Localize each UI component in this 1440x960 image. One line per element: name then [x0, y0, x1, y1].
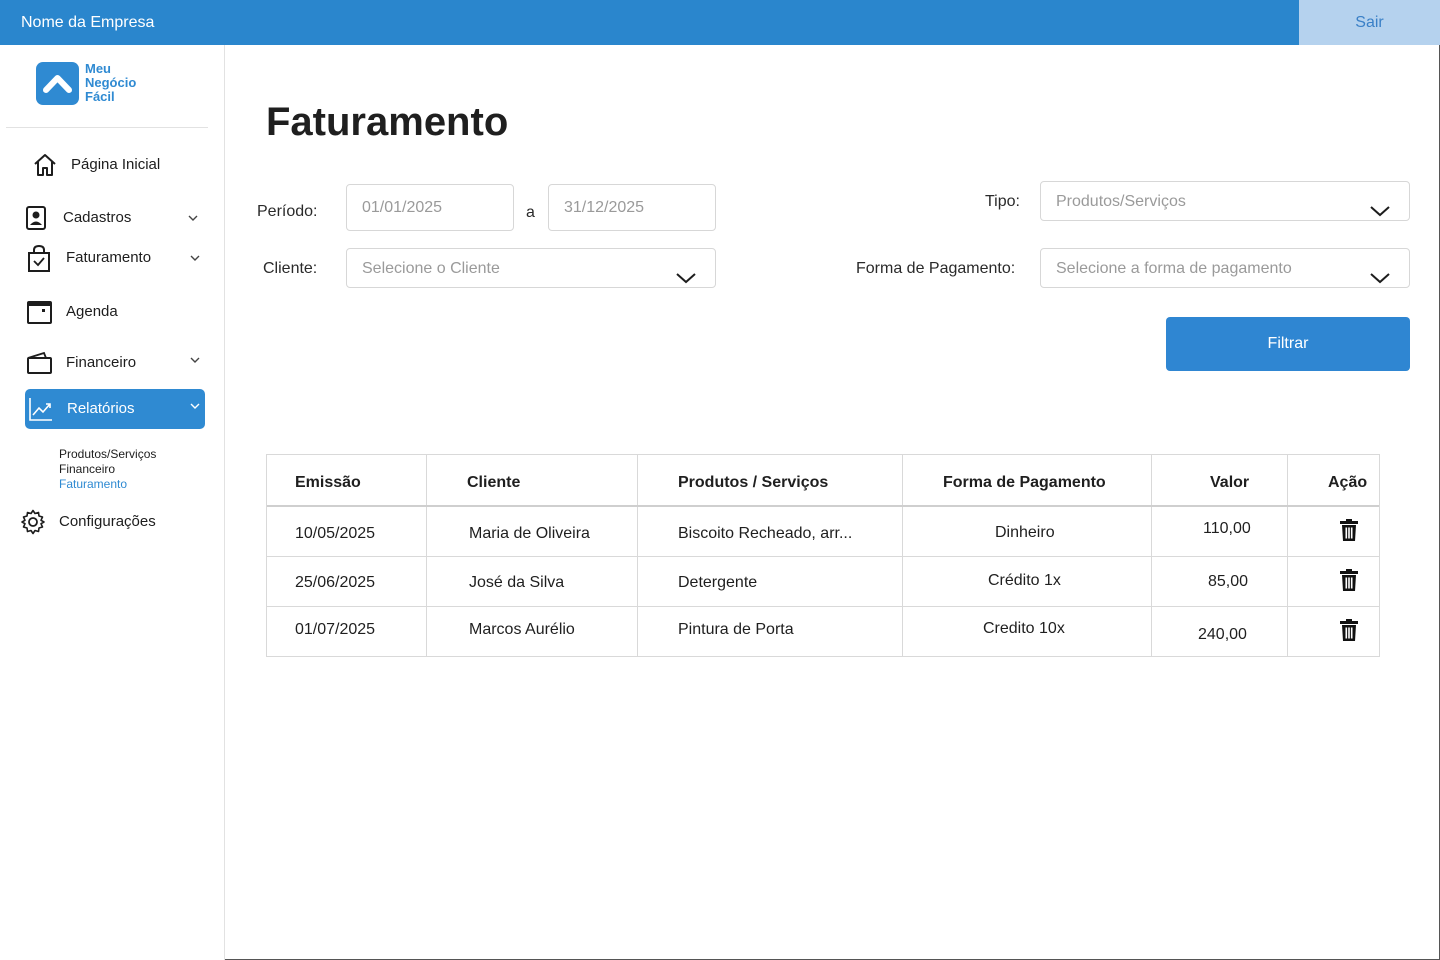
app-logo[interactable]: Meu Negócio Fácil: [36, 62, 146, 108]
cell-produtos: Detergente: [678, 574, 758, 591]
billing-table: Emissão Cliente Produtos / Serviços Form…: [266, 454, 1380, 657]
company-name: Nome da Empresa: [21, 14, 155, 31]
sidebar-item-financeiro[interactable]: Financeiro: [26, 343, 206, 383]
column-header-valor[interactable]: Valor: [1210, 474, 1249, 492]
gear-icon: [20, 509, 48, 535]
trash-icon[interactable]: [1339, 618, 1359, 642]
cell-cliente: Marcos Aurélio: [469, 621, 575, 638]
period-separator: a: [526, 204, 535, 221]
logo-line-3: Fácil: [85, 89, 115, 104]
period-label: Período:: [257, 203, 318, 220]
trash-icon[interactable]: [1339, 568, 1359, 592]
chevron-down-icon: [1369, 261, 1391, 284]
relatorios-submenu: Produtos/Serviços Financeiro Faturamento: [59, 447, 156, 492]
column-header-pagamento[interactable]: Forma de Pagamento: [943, 474, 1106, 492]
header-divider: [267, 505, 1379, 507]
payment-label: Forma de Pagamento:: [856, 260, 1016, 277]
chart-line-icon: [28, 396, 56, 422]
period-start-input[interactable]: 01/01/2025: [346, 184, 514, 231]
payment-select-placeholder: Selecione a forma de pagamento: [1056, 260, 1292, 277]
row-divider: [267, 556, 1379, 557]
submenu-item-financeiro[interactable]: Financeiro: [59, 462, 156, 477]
cell-emissao: 25/06/2025: [295, 574, 376, 591]
sidebar-item-cadastros[interactable]: Cadastros: [24, 198, 204, 238]
page-title: Faturamento: [266, 100, 509, 144]
sidebar-item-label: Financeiro: [66, 354, 137, 371]
top-bar: Nome da Empresa Sair: [0, 0, 1440, 45]
chevron-down-icon: [188, 353, 202, 367]
logo-line-1: Meu: [85, 61, 111, 76]
client-select-placeholder: Selecione o Cliente: [362, 260, 500, 277]
chevron-down-icon: [188, 399, 202, 413]
logo-badge-icon: [36, 62, 79, 105]
sidebar-item-label: Faturamento: [66, 249, 152, 266]
cell-cliente: Maria de Oliveira: [469, 525, 590, 542]
chevron-down-icon: [188, 251, 202, 265]
logout-button[interactable]: Sair: [1299, 0, 1440, 45]
sidebar-item-label: Agenda: [66, 303, 118, 320]
period-end-input[interactable]: 31/12/2025: [548, 184, 716, 231]
cell-produtos: Biscoito Recheado, arr...: [678, 525, 853, 542]
id-card-icon: [24, 205, 52, 231]
sidebar-item-label: Relatórios: [67, 400, 135, 417]
sidebar-item-agenda[interactable]: Agenda: [26, 292, 206, 332]
trash-icon[interactable]: [1339, 518, 1359, 542]
sidebar-item-label: Configurações: [59, 513, 156, 530]
cell-pagamento: Crédito 1x: [988, 572, 1061, 589]
cell-emissao: 10/05/2025: [295, 525, 376, 542]
cell-pagamento: Dinheiro: [995, 524, 1055, 541]
cell-valor: 110,00: [1203, 520, 1251, 537]
submenu-item-produtos-servicos[interactable]: Produtos/Serviços: [59, 447, 156, 462]
sidebar-item-configuracoes[interactable]: Configurações: [20, 502, 210, 542]
cell-produtos: Pintura de Porta: [678, 621, 794, 638]
wallet-icon: [26, 350, 54, 376]
client-select[interactable]: Selecione o Cliente: [346, 248, 716, 288]
chevron-down-icon: [186, 211, 200, 225]
filter-button[interactable]: Filtrar: [1166, 317, 1410, 371]
column-header-produtos[interactable]: Produtos / Serviços: [678, 474, 828, 492]
cell-valor: 240,00: [1198, 626, 1247, 643]
cell-pagamento: Credito 10x: [983, 620, 1065, 637]
sidebar-item-label: Cadastros: [63, 209, 132, 226]
cell-cliente: José da Silva: [469, 574, 565, 591]
sidebar-item-faturamento[interactable]: Faturamento: [26, 238, 206, 278]
type-select-placeholder: Produtos/Serviços: [1056, 193, 1186, 210]
logo-line-2: Negócio: [85, 75, 137, 90]
payment-select[interactable]: Selecione a forma de pagamento: [1040, 248, 1410, 288]
sidebar-item-home[interactable]: Página Inicial: [30, 145, 210, 185]
type-select[interactable]: Produtos/Serviços: [1040, 181, 1410, 221]
cell-valor: 85,00: [1208, 573, 1249, 590]
column-header-acao: Ação: [1328, 474, 1368, 491]
submenu-item-faturamento[interactable]: Faturamento: [59, 477, 156, 492]
chevron-down-icon: [675, 261, 697, 284]
calendar-icon: [26, 299, 54, 325]
logo-text: Meu Negócio Fácil: [85, 62, 136, 104]
column-header-emissao[interactable]: Emissão: [295, 474, 361, 492]
sidebar-item-relatorios[interactable]: Relatórios: [25, 389, 205, 429]
type-label: Tipo:: [985, 193, 1020, 210]
sidebar-item-label: Página Inicial: [71, 156, 161, 173]
home-icon: [32, 152, 60, 178]
row-divider: [267, 606, 1379, 607]
cell-emissao: 01/07/2025: [295, 621, 376, 638]
column-header-cliente[interactable]: Cliente: [467, 474, 520, 492]
sidebar-divider: [6, 127, 208, 128]
client-label: Cliente:: [263, 260, 318, 277]
shopping-bag-check-icon: [26, 244, 54, 272]
chevron-down-icon: [1369, 194, 1391, 217]
